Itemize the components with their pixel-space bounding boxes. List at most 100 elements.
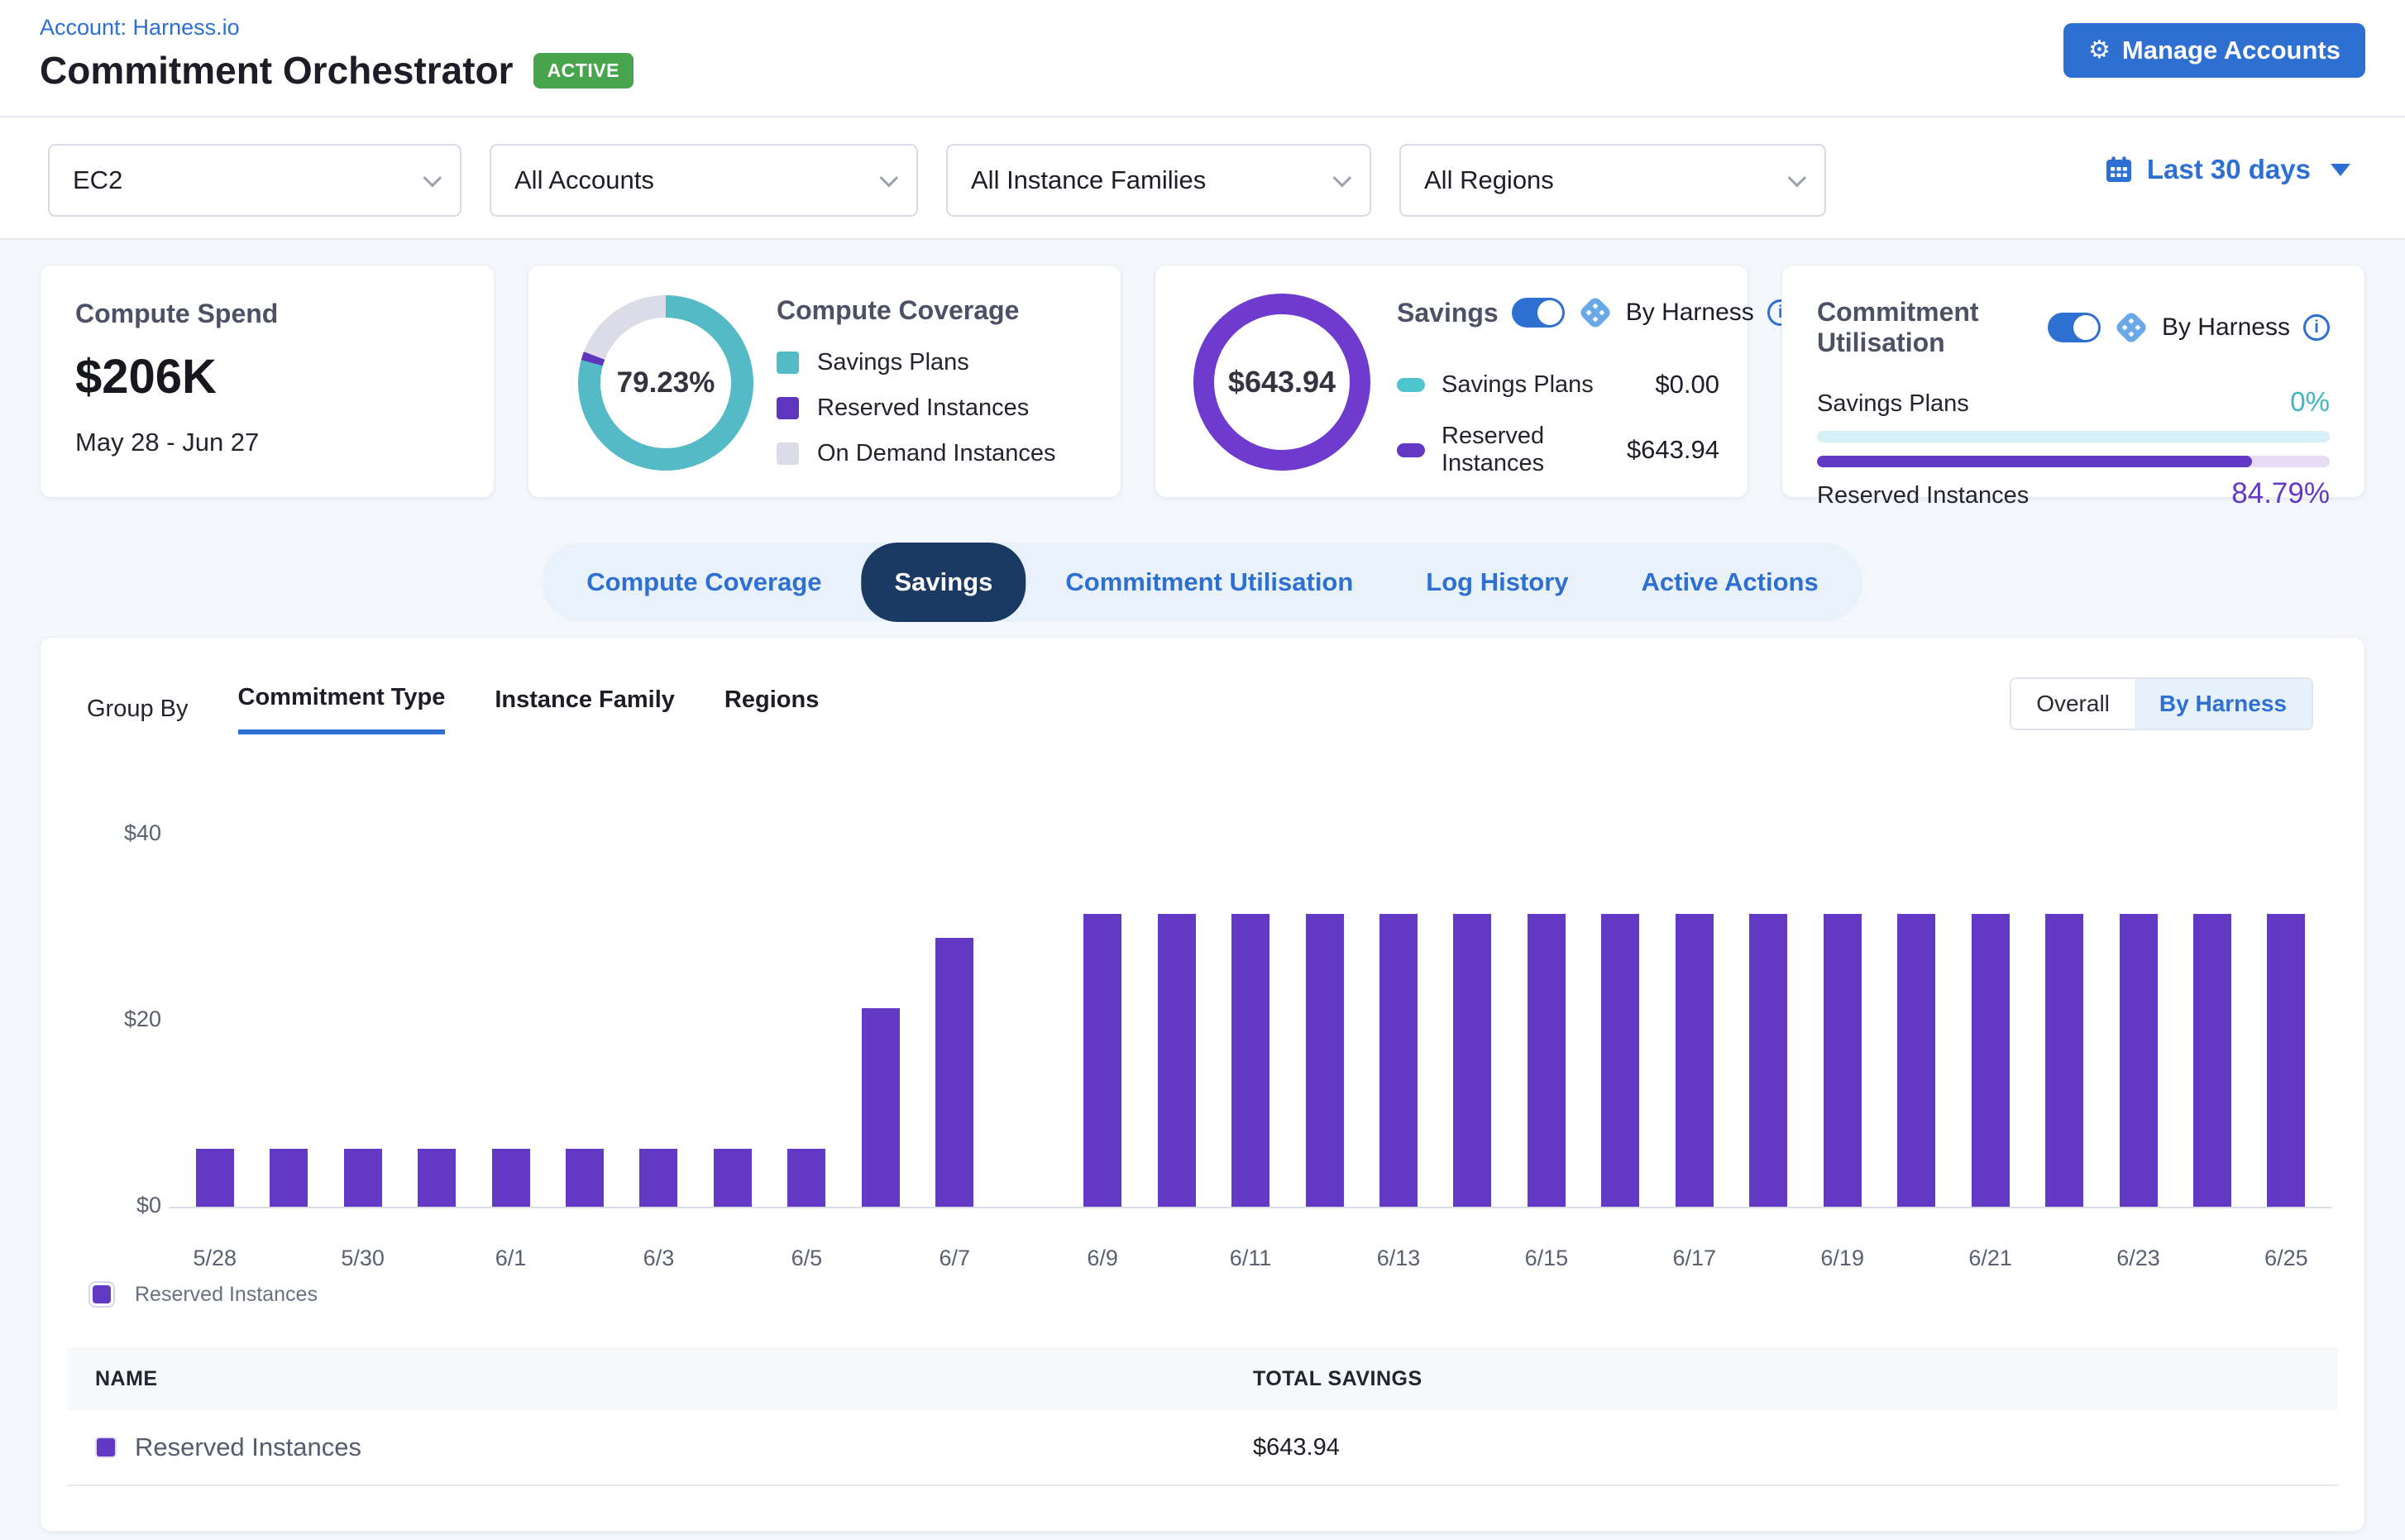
bar-5/29[interactable] bbox=[270, 1149, 308, 1207]
commitment-utilisation-card: Commitment Utilisation By Harness i bbox=[1781, 265, 2365, 498]
chart-legend: Reserved Instances bbox=[88, 1281, 318, 1308]
segment-by-harness[interactable]: By Harness bbox=[2135, 679, 2312, 729]
bar-6/22[interactable] bbox=[2045, 914, 2083, 1207]
segment-overall[interactable]: Overall bbox=[2011, 679, 2135, 729]
bar-6/13[interactable] bbox=[1379, 914, 1418, 1207]
title-row: Commitment Orchestrator ACTIVE bbox=[40, 48, 634, 93]
column-header-name: NAME bbox=[67, 1367, 1253, 1391]
tab-active-actions[interactable]: Active Actions bbox=[1609, 543, 1852, 622]
bar-6/17[interactable] bbox=[1676, 914, 1714, 1207]
bar-slot bbox=[1509, 835, 1583, 1207]
bar-slot bbox=[1732, 835, 1805, 1207]
reserved-instances-pill bbox=[1397, 443, 1425, 457]
bar-5/28[interactable] bbox=[196, 1149, 234, 1207]
reserved-instances-legend-checkbox[interactable] bbox=[88, 1281, 115, 1308]
account-breadcrumb[interactable]: Account: Harness.io bbox=[40, 15, 240, 41]
bar-slot bbox=[1140, 835, 1213, 1207]
gear-icon: ⚙ bbox=[2088, 38, 2111, 63]
tab-savings[interactable]: Savings bbox=[862, 543, 1026, 622]
bar-6/11[interactable] bbox=[1231, 914, 1269, 1207]
bar-slot bbox=[992, 835, 1065, 1207]
x-tick-label: 6/17 bbox=[1657, 1246, 1731, 1271]
x-tick-label bbox=[1140, 1246, 1213, 1271]
regions-filter-value: All Regions bbox=[1424, 165, 1554, 195]
bar-6/19[interactable] bbox=[1824, 914, 1862, 1207]
savings-plans-swatch bbox=[777, 352, 799, 374]
bar-6/18[interactable] bbox=[1749, 914, 1787, 1207]
savings-plans-progress-bar bbox=[1817, 431, 2330, 442]
savings-row-savings-plans: Savings Plans $0.00 bbox=[1397, 370, 1719, 399]
legend-label: Reserved Instances bbox=[817, 395, 1029, 422]
service-filter-select[interactable]: EC2 bbox=[48, 144, 461, 217]
bar-6/21[interactable] bbox=[1972, 914, 2010, 1207]
bar-6/24[interactable] bbox=[2193, 914, 2231, 1207]
savings-row-label: Reserved Instances bbox=[1442, 423, 1627, 477]
chart-x-labels: 5/285/306/16/36/56/76/96/116/136/156/176… bbox=[178, 1246, 2323, 1271]
group-by-instance-family[interactable]: Instance Family bbox=[495, 686, 675, 732]
x-tick-label bbox=[251, 1246, 325, 1271]
accounts-filter-select[interactable]: All Accounts bbox=[490, 144, 918, 217]
bar-6/12[interactable] bbox=[1306, 914, 1344, 1207]
savings-total: $643.94 bbox=[1193, 294, 1370, 471]
by-harness-toggle[interactable] bbox=[2048, 313, 2101, 342]
bar-6/16[interactable] bbox=[1601, 914, 1639, 1207]
x-tick-label: 6/25 bbox=[2250, 1246, 2323, 1271]
bar-6/20[interactable] bbox=[1897, 914, 1935, 1207]
group-by-regions[interactable]: Regions bbox=[724, 686, 819, 732]
date-range-picker[interactable]: Last 30 days bbox=[2104, 154, 2350, 185]
by-harness-toggle[interactable] bbox=[1512, 298, 1565, 328]
savings-row-value: $643.94 bbox=[1627, 435, 1719, 465]
bar-6/6[interactable] bbox=[862, 1008, 900, 1207]
bar-slot bbox=[399, 835, 473, 1207]
savings-row-label: Savings Plans bbox=[1442, 371, 1594, 399]
savings-title: Savings bbox=[1397, 298, 1499, 328]
instance-families-filter-value: All Instance Families bbox=[971, 165, 1206, 195]
bar-6/1[interactable] bbox=[492, 1149, 530, 1207]
overall-byharness-toggle: Overall By Harness bbox=[2010, 677, 2313, 730]
savings-row-reserved-instances: Reserved Instances $643.94 bbox=[1397, 423, 1719, 477]
tab-log-history[interactable]: Log History bbox=[1393, 543, 1601, 622]
bar-6/14[interactable] bbox=[1453, 914, 1491, 1207]
bar-6/3[interactable] bbox=[639, 1149, 677, 1207]
bar-6/25[interactable] bbox=[2267, 914, 2305, 1207]
group-by-commitment-type[interactable]: Commitment Type bbox=[238, 684, 446, 734]
bar-slot bbox=[1879, 835, 1953, 1207]
bar-6/23[interactable] bbox=[2120, 914, 2158, 1207]
x-tick-label bbox=[1436, 1246, 1509, 1271]
table-row[interactable]: Reserved Instances $643.94 bbox=[67, 1410, 2338, 1486]
regions-filter-select[interactable]: All Regions bbox=[1399, 144, 1826, 217]
bar-6/4[interactable] bbox=[714, 1149, 752, 1207]
bar-6/7[interactable] bbox=[935, 938, 973, 1207]
instance-families-filter-select[interactable]: All Instance Families bbox=[946, 144, 1371, 217]
x-tick-label: 6/3 bbox=[622, 1246, 696, 1271]
summary-cards: Compute Spend $206K May 28 - Jun 27 79.2… bbox=[40, 265, 2365, 498]
bar-6/5[interactable] bbox=[787, 1149, 825, 1207]
bar-6/15[interactable] bbox=[1528, 914, 1566, 1207]
reserved-instances-swatch bbox=[777, 397, 799, 419]
compute-spend-period: May 28 - Jun 27 bbox=[75, 428, 459, 457]
bar-slot bbox=[2250, 835, 2323, 1207]
bar-slot bbox=[622, 835, 696, 1207]
x-tick-label: 6/23 bbox=[2101, 1246, 2175, 1271]
info-icon[interactable]: i bbox=[2303, 314, 2330, 341]
harness-logo-icon bbox=[2114, 310, 2149, 345]
bar-slot bbox=[696, 835, 769, 1207]
manage-accounts-button[interactable]: ⚙ Manage Accounts bbox=[2063, 23, 2365, 78]
bar-6/2[interactable] bbox=[566, 1149, 604, 1207]
x-tick-label: 6/9 bbox=[1065, 1246, 1139, 1271]
bar-6/10[interactable] bbox=[1158, 914, 1196, 1207]
bar-5/30[interactable] bbox=[344, 1149, 382, 1207]
x-tick-label: 5/30 bbox=[326, 1246, 399, 1271]
x-tick-label bbox=[399, 1246, 473, 1271]
tab-compute-coverage[interactable]: Compute Coverage bbox=[553, 543, 854, 622]
chart-bars bbox=[178, 835, 2323, 1207]
reserved-instances-legend-swatch bbox=[93, 1285, 111, 1303]
chevron-down-icon bbox=[1333, 169, 1352, 188]
legend-item-savings-plans: Savings Plans bbox=[777, 349, 1096, 376]
savings-bar-chart: $40 $20 $0 5/285/306/16/36/56/76/96/116/… bbox=[87, 820, 2331, 1283]
bar-5/31[interactable] bbox=[418, 1149, 456, 1207]
bar-6/9[interactable] bbox=[1083, 914, 1121, 1207]
tab-commitment-utilisation[interactable]: Commitment Utilisation bbox=[1032, 543, 1386, 622]
legend-label: Savings Plans bbox=[817, 349, 969, 376]
x-tick-label: 6/1 bbox=[474, 1246, 547, 1271]
